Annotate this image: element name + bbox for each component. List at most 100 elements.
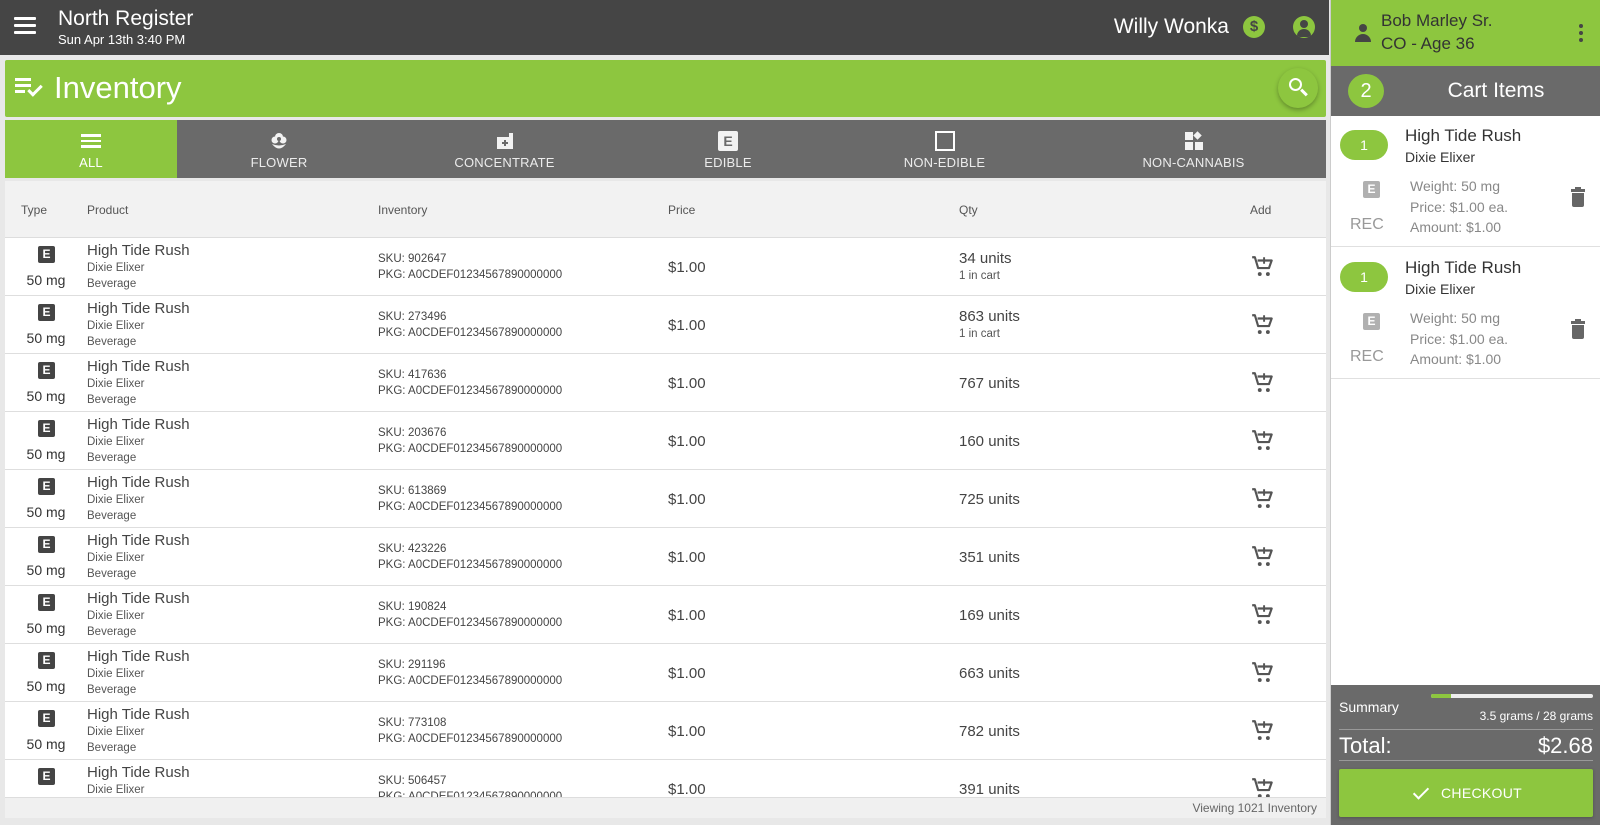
product-category: Beverage xyxy=(87,278,137,290)
tab-all[interactable]: ALL xyxy=(5,120,177,178)
add-to-cart-icon[interactable] xyxy=(1250,602,1276,628)
cart-item[interactable]: 1 High Tide Rush Dixie Elixer E REC Weight: 5… xyxy=(1331,116,1600,247)
add-to-cart-icon[interactable] xyxy=(1250,660,1276,686)
checkout-label: CHECKOUT xyxy=(1441,785,1522,801)
cart-item-qty[interactable]: 1 xyxy=(1340,130,1388,160)
product-category: Beverage xyxy=(87,684,137,696)
package-id: PKG: A0CDEF01234567890000000 xyxy=(378,617,563,629)
more-vert-icon[interactable] xyxy=(1579,24,1583,42)
delete-icon[interactable] xyxy=(1571,319,1585,339)
column-header-product[interactable]: Product xyxy=(87,203,128,217)
product-weight: 50 mg xyxy=(26,620,66,636)
cart-item-brand: Dixie Elixer xyxy=(1405,149,1476,165)
table-row[interactable]: E 50 mg High Tide Rush Dixie Elixer Beverage… xyxy=(5,702,1326,760)
table-row[interactable]: E 50 mg High Tide Rush Dixie Elixer Beverage… xyxy=(5,412,1326,470)
cart-item-type: REC xyxy=(1350,216,1384,233)
dollar-icon[interactable]: $ xyxy=(1243,16,1265,38)
product-name: High Tide Rush xyxy=(87,242,190,259)
product-weight: 50 mg xyxy=(26,678,66,694)
table-row[interactable]: E 50 mg High Tide Rush Dixie Elixer Beverage… xyxy=(5,528,1326,586)
qty-cell: 351 units xyxy=(959,549,1020,567)
cart-item-price: Price: $1.00 ea. xyxy=(1410,198,1509,215)
qty-cell: 169 units xyxy=(959,607,1020,625)
edible-icon: E xyxy=(718,131,738,151)
add-to-cart-icon[interactable] xyxy=(1250,718,1276,744)
sku: SKU: 506457 xyxy=(378,775,447,787)
flower-icon xyxy=(269,131,289,151)
tab-non-cannabis[interactable]: NON-CANNABIS xyxy=(1061,120,1326,178)
table-row[interactable]: E 50 mg High Tide Rush Dixie Elixer Beverage… xyxy=(5,644,1326,702)
delete-icon[interactable] xyxy=(1571,187,1585,207)
total-label: Total: xyxy=(1339,733,1392,758)
add-to-cart-icon[interactable] xyxy=(1250,486,1276,512)
table-row[interactable]: E 50 mg High Tide Rush Dixie Elixer Beverage… xyxy=(5,470,1326,528)
product-brand: Dixie Elixer xyxy=(87,610,145,622)
sku: SKU: 613869 xyxy=(378,485,447,497)
edible-badge-icon: E xyxy=(1363,181,1380,198)
purchase-limit-bar xyxy=(1431,694,1593,698)
search-button[interactable] xyxy=(1278,68,1318,108)
product-weight: 50 mg xyxy=(26,388,66,404)
product-brand: Dixie Elixer xyxy=(87,784,145,796)
product-brand: Dixie Elixer xyxy=(87,494,145,506)
add-to-cart-icon[interactable] xyxy=(1250,544,1276,570)
cart-item[interactable]: 1 High Tide Rush Dixie Elixer E REC Weight: 5… xyxy=(1331,248,1600,379)
units-available: 160 units xyxy=(959,433,1020,450)
units-available: 767 units xyxy=(959,375,1020,392)
package-id: PKG: A0CDEF01234567890000000 xyxy=(378,733,563,745)
add-to-cart-icon[interactable] xyxy=(1250,312,1276,338)
table-row[interactable]: E 50 mg High Tide Rush Dixie Elixer Beverage… xyxy=(5,296,1326,354)
tab-non-edible[interactable]: NON-EDIBLE xyxy=(828,120,1061,178)
inventory-cell: SKU: 273496 PKG: A0CDEF01234567890000000 xyxy=(378,309,562,341)
product-cell: High Tide Rush Dixie Elixer Beverage xyxy=(87,300,190,350)
cart-item-weight: Weight: 50 mg xyxy=(1410,310,1501,326)
menu-icon[interactable] xyxy=(14,17,36,35)
edible-badge-icon: E xyxy=(38,594,55,611)
column-header-qty[interactable]: Qty xyxy=(959,203,978,217)
column-header-inventory[interactable]: Inventory xyxy=(378,203,427,217)
list-icon xyxy=(81,131,101,151)
units-available: 34 units xyxy=(959,250,1012,267)
inventory-cell: SKU: 613869 PKG: A0CDEF01234567890000000 xyxy=(378,483,562,515)
tab-flower[interactable]: FLOWER xyxy=(177,120,381,178)
product-category: Beverage xyxy=(87,626,137,638)
column-header-type[interactable]: Type xyxy=(21,203,47,217)
add-to-cart-icon[interactable] xyxy=(1250,428,1276,454)
edible-badge-icon: E xyxy=(38,304,55,321)
sku: SKU: 902647 xyxy=(378,253,447,265)
total-value: $2.68 xyxy=(1537,733,1593,758)
price: $1.00 xyxy=(668,317,706,334)
add-to-cart-icon[interactable] xyxy=(1250,254,1276,280)
table-header: Type Product Inventory Price Qty Add xyxy=(5,181,1326,238)
units-available: 169 units xyxy=(959,607,1020,624)
table-row[interactable]: E 50 mg High Tide Rush Dixie Elixer Beverage… xyxy=(5,238,1326,296)
units-available: 663 units xyxy=(959,665,1020,682)
product-name: High Tide Rush xyxy=(87,648,190,665)
edible-badge-icon: E xyxy=(38,652,55,669)
product-brand: Dixie Elixer xyxy=(87,552,145,564)
price: $1.00 xyxy=(668,607,706,624)
tab-edible[interactable]: E EDIBLE xyxy=(628,120,828,178)
add-to-cart-icon[interactable] xyxy=(1250,370,1276,396)
price: $1.00 xyxy=(668,549,706,566)
column-header-price[interactable]: Price xyxy=(668,203,695,217)
product-weight: 50 mg xyxy=(26,504,66,520)
top-bar: North Register Sun Apr 13th 3:40 PM Will… xyxy=(0,0,1329,55)
product-category: Beverage xyxy=(87,336,137,348)
table-row[interactable]: E 50 mg High Tide Rush Dixie Elixer Beverage… xyxy=(5,354,1326,412)
price: $1.00 xyxy=(668,433,706,450)
type-cell: E 50 mg xyxy=(5,354,87,412)
product-weight: 50 mg xyxy=(26,736,66,752)
tab-concentrate[interactable]: CONCENTRATE xyxy=(381,120,628,178)
units-available: 725 units xyxy=(959,491,1020,508)
tab-label: NON-EDIBLE xyxy=(903,155,986,170)
checkout-button[interactable]: CHECKOUT xyxy=(1339,769,1593,817)
qty-cell: 34 units 1 in cart xyxy=(959,250,1012,284)
category-tabs: ALL FLOWER CONCENTRATE E EDIBLE NON-EDIB… xyxy=(5,120,1326,178)
table-row[interactable]: E 50 mg High Tide Rush Dixie Elixer Beverage… xyxy=(5,586,1326,644)
inventory-cell: SKU: 190824 PKG: A0CDEF01234567890000000 xyxy=(378,599,562,631)
units-available: 351 units xyxy=(959,549,1020,566)
sku: SKU: 417636 xyxy=(378,369,447,381)
cart-item-qty[interactable]: 1 xyxy=(1340,262,1388,292)
account-icon[interactable] xyxy=(1293,16,1315,38)
